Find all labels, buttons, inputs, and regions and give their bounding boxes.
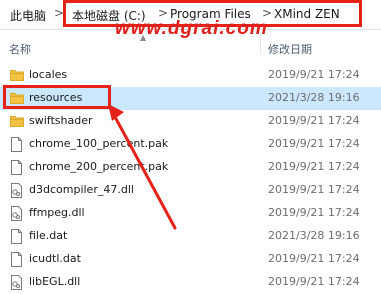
file-modified-date: 2019/9/21 17:24 [268,275,360,288]
annotation-arrow-icon [108,104,177,230]
file-name: libEGL.dll [29,275,81,288]
file-row[interactable]: libEGL.dll 2019/9/21 17:24 [0,271,381,294]
dll-icon [10,275,23,290]
